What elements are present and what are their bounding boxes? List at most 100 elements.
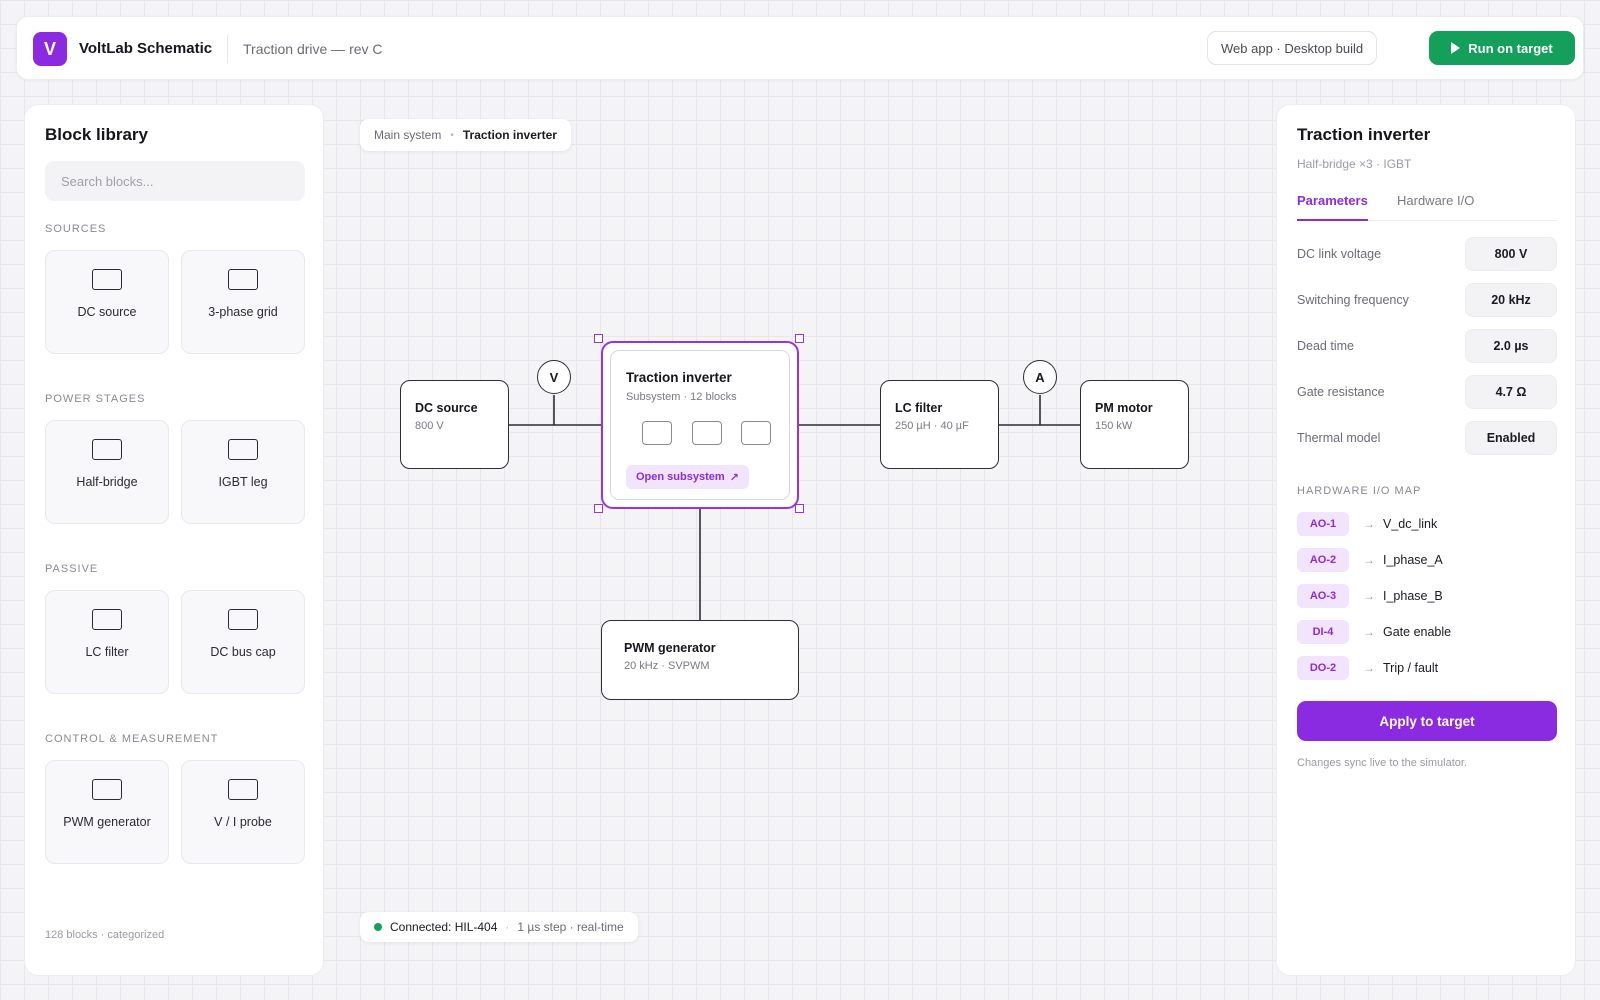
connection-target: Connected: HIL-404 bbox=[390, 920, 498, 934]
apply-to-target-button[interactable]: Apply to target bbox=[1297, 701, 1557, 741]
block-subtitle: 800 V bbox=[415, 420, 444, 432]
io-map-row[interactable]: DO-2 → Trip / fault bbox=[1297, 656, 1438, 680]
block-library-title: Block library bbox=[45, 125, 148, 144]
header-divider bbox=[227, 35, 228, 63]
io-signal-name: Trip / fault bbox=[1383, 661, 1439, 675]
io-map-row[interactable]: AO-2 → I_phase_A bbox=[1297, 548, 1443, 572]
block-subtitle: Subsystem · 12 blocks bbox=[626, 391, 737, 403]
param-label: Thermal model bbox=[1297, 431, 1381, 445]
block-label: IGBT leg bbox=[218, 475, 268, 489]
block-label: LC filter bbox=[85, 645, 129, 659]
app-title: VoltLab Schematic bbox=[79, 40, 213, 57]
tab-hardware-io[interactable]: Hardware I/O bbox=[1397, 193, 1474, 221]
block-label: 3-phase grid bbox=[208, 305, 278, 319]
arrow-right-icon: → bbox=[1363, 625, 1375, 639]
param-label: Switching frequency bbox=[1297, 293, 1409, 307]
simulation-step-info: 1 µs step · real-time bbox=[517, 920, 624, 934]
ammeter-probe[interactable]: A bbox=[1023, 360, 1057, 394]
app-logo: V bbox=[33, 32, 67, 66]
block-icon bbox=[92, 439, 122, 460]
library-block-dc-source[interactable]: DC source bbox=[45, 250, 169, 354]
block-title: PWM generator bbox=[624, 641, 716, 655]
io-pin-badge: AO-3 bbox=[1297, 584, 1349, 608]
arrow-right-icon: → bbox=[1363, 661, 1375, 675]
block-subtitle: 250 µH · 40 µF bbox=[895, 420, 969, 432]
hardware-io-map-label: HARDWARE I/O MAP bbox=[1297, 485, 1422, 497]
breadcrumb-main-system[interactable]: Main system bbox=[374, 128, 441, 142]
param-value-field[interactable]: Enabled bbox=[1465, 421, 1557, 455]
io-pin-badge: DO-2 bbox=[1297, 656, 1349, 680]
library-block-pwm-generator[interactable]: PWM generator bbox=[45, 760, 169, 864]
block-lc-filter[interactable]: LC filter 250 µH · 40 µF bbox=[880, 380, 999, 469]
top-bar: V VoltLab Schematic Traction drive — rev… bbox=[16, 16, 1584, 80]
param-value-field[interactable]: 4.7 Ω bbox=[1465, 375, 1557, 409]
block-dc-source[interactable]: DC source 800 V bbox=[400, 380, 509, 469]
block-pm-motor[interactable]: PM motor 150 kW bbox=[1080, 380, 1189, 469]
connected-status-dot bbox=[374, 923, 382, 931]
param-label: Gate resistance bbox=[1297, 385, 1385, 399]
library-block-igbt-leg[interactable]: IGBT leg bbox=[181, 420, 305, 524]
io-signal-name: I_phase_B bbox=[1383, 589, 1443, 603]
arrow-right-icon: → bbox=[1363, 553, 1375, 567]
param-value-field[interactable]: 2.0 µs bbox=[1465, 329, 1557, 363]
library-block-3-phase-grid[interactable]: 3-phase grid bbox=[181, 250, 305, 354]
block-search-input[interactable] bbox=[45, 161, 305, 201]
block-label: DC source bbox=[77, 305, 137, 319]
io-signal-name: V_dc_link bbox=[1383, 517, 1438, 531]
breadcrumb: Main system • Traction inverter bbox=[360, 119, 571, 151]
section-label: SOURCES bbox=[45, 223, 107, 235]
resize-handle-bottom-right[interactable] bbox=[795, 504, 804, 513]
section-label: PASSIVE bbox=[45, 563, 99, 575]
half-bridge-cell bbox=[741, 421, 771, 445]
param-row-dc-link-voltage: DC link voltage 800 V bbox=[1297, 237, 1557, 271]
block-icon bbox=[92, 779, 122, 800]
io-map-row[interactable]: DI-4 → Gate enable bbox=[1297, 620, 1451, 644]
block-pwm-generator[interactable]: PWM generator 20 kHz · SVPWM bbox=[601, 620, 799, 700]
inverter-inner-frame: Traction inverter Subsystem · 12 blocks … bbox=[610, 350, 790, 500]
resize-handle-bottom-left[interactable] bbox=[594, 504, 603, 513]
io-signal-name: Gate enable bbox=[1383, 625, 1452, 639]
library-block-dc-bus-cap[interactable]: DC bus cap bbox=[181, 590, 305, 694]
block-label: DC bus cap bbox=[210, 645, 276, 659]
tab-parameters[interactable]: Parameters bbox=[1297, 193, 1368, 221]
block-icon bbox=[228, 269, 258, 290]
platform-mode-button[interactable]: Web app · Desktop build bbox=[1207, 31, 1378, 65]
block-icon bbox=[228, 609, 258, 630]
block-traction-inverter[interactable]: Traction inverter Subsystem · 12 blocks … bbox=[601, 341, 799, 509]
block-title: PM motor bbox=[1095, 401, 1153, 415]
param-value-field[interactable]: 20 kHz bbox=[1465, 283, 1557, 317]
block-title: LC filter bbox=[895, 401, 943, 415]
library-section-power-stages: POWER STAGES Half-bridge IGBT leg bbox=[45, 393, 305, 524]
block-icon bbox=[228, 779, 258, 800]
io-signal-name: I_phase_A bbox=[1383, 553, 1443, 567]
param-row-gate-resistance: Gate resistance 4.7 Ω bbox=[1297, 375, 1557, 409]
inspector-title: Traction inverter bbox=[1297, 125, 1431, 144]
voltmeter-probe[interactable]: V bbox=[537, 360, 571, 394]
library-block-half-bridge[interactable]: Half-bridge bbox=[45, 420, 169, 524]
param-value-field[interactable]: 800 V bbox=[1465, 237, 1557, 271]
io-map-row[interactable]: AO-1 → V_dc_link bbox=[1297, 512, 1437, 536]
resize-handle-top-left[interactable] bbox=[594, 334, 603, 343]
open-subsystem-button[interactable]: Open subsystem ↗ bbox=[626, 465, 749, 489]
block-icon bbox=[228, 439, 258, 460]
inspector-panel: Traction inverter Half-bridge ×3 · IGBT … bbox=[1276, 104, 1576, 976]
library-block-vi-probe[interactable]: V / I probe bbox=[181, 760, 305, 864]
half-bridge-cell bbox=[692, 421, 722, 445]
io-pin-badge: AO-1 bbox=[1297, 512, 1349, 536]
library-block-lc-filter[interactable]: LC filter bbox=[45, 590, 169, 694]
block-title: DC source bbox=[415, 401, 478, 415]
block-label: Half-bridge bbox=[76, 475, 138, 489]
inspector-footer-note: Changes sync live to the simulator. bbox=[1297, 757, 1467, 769]
io-map-row[interactable]: AO-3 → I_phase_B bbox=[1297, 584, 1443, 608]
inspector-tabs: Parameters Hardware I/O bbox=[1297, 191, 1557, 221]
play-icon bbox=[1451, 42, 1461, 54]
param-row-switching-frequency: Switching frequency 20 kHz bbox=[1297, 283, 1557, 317]
block-subtitle: 150 kW bbox=[1095, 420, 1133, 432]
block-subtitle: 20 kHz · SVPWM bbox=[624, 660, 710, 672]
run-on-target-button[interactable]: Run on target bbox=[1429, 31, 1575, 65]
param-label: Dead time bbox=[1297, 339, 1354, 353]
param-row-thermal-model: Thermal model Enabled bbox=[1297, 421, 1557, 455]
io-pin-badge: DI-4 bbox=[1297, 620, 1349, 644]
resize-handle-top-right[interactable] bbox=[795, 334, 804, 343]
block-label: V / I probe bbox=[214, 815, 272, 829]
